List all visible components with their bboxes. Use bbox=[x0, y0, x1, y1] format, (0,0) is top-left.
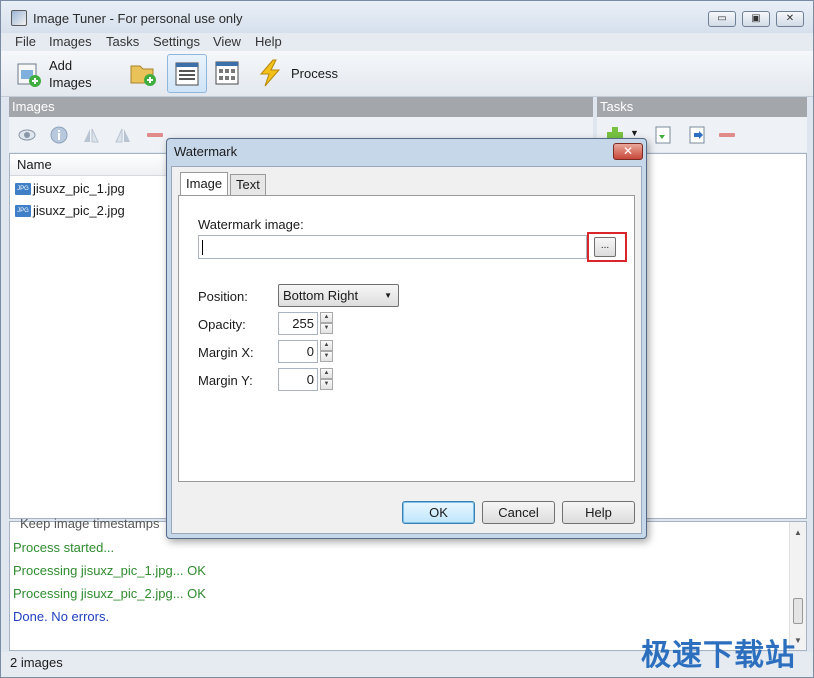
process-button[interactable]: Process bbox=[255, 56, 345, 92]
dropdown-arrow-icon: ▼ bbox=[384, 291, 392, 300]
scroll-thumb[interactable] bbox=[793, 598, 803, 624]
menu-images[interactable]: Images bbox=[49, 34, 92, 49]
site-watermark: 极速下载站 bbox=[641, 638, 796, 673]
opacity-up-icon[interactable]: ▲ bbox=[320, 312, 333, 323]
margin-y-label: Margin Y: bbox=[198, 373, 253, 388]
menu-bar: File Images Tasks Settings View Help bbox=[1, 33, 813, 51]
jpg-file-icon: JPG bbox=[15, 205, 31, 217]
rotate-left-icon[interactable] bbox=[81, 125, 101, 145]
margin-x-input[interactable]: 0 bbox=[278, 340, 318, 363]
file-row[interactable]: JPG jisuxz_pic_1.jpg bbox=[15, 178, 125, 200]
cancel-button[interactable]: Cancel bbox=[482, 501, 555, 524]
add-folder-icon[interactable] bbox=[129, 60, 157, 88]
add-images-label-line1: Add bbox=[49, 58, 73, 73]
remove-task-icon[interactable] bbox=[719, 133, 735, 137]
export-task-icon[interactable] bbox=[687, 125, 707, 145]
margin-y-up-icon[interactable]: ▲ bbox=[320, 368, 333, 379]
menu-file[interactable]: File bbox=[15, 34, 36, 49]
images-pane-header: Images bbox=[9, 97, 593, 117]
log-partial-line: Keep image timestamps bbox=[20, 516, 160, 531]
log-line: Processing jisuxz_pic_2.jpg... OK bbox=[13, 586, 206, 601]
add-images-button[interactable]: Add Images bbox=[13, 56, 101, 94]
dialog-close-button[interactable]: ✕ bbox=[613, 143, 643, 160]
position-value: Bottom Right bbox=[283, 288, 359, 303]
watermark-dialog: Watermark ✕ Image Text Watermark image: … bbox=[166, 138, 647, 539]
info-icon[interactable] bbox=[49, 125, 69, 145]
margin-x-up-icon[interactable]: ▲ bbox=[320, 340, 333, 351]
tab-panel-image: Watermark image: ... Position: Bottom Ri… bbox=[178, 195, 635, 482]
tasks-pane-header: Tasks bbox=[597, 97, 807, 117]
position-label: Position: bbox=[198, 289, 248, 304]
opacity-down-icon[interactable]: ▼ bbox=[320, 323, 333, 334]
add-images-label-line2: Images bbox=[49, 75, 92, 90]
dialog-title: Watermark bbox=[174, 144, 238, 159]
margin-y-input[interactable]: 0 bbox=[278, 368, 318, 391]
margin-x-label: Margin X: bbox=[198, 345, 254, 360]
title-bar: Image Tuner - For personal use only ▭ ▣ … bbox=[1, 1, 813, 33]
jpg-file-icon: JPG bbox=[15, 183, 31, 195]
browse-button[interactable]: ... bbox=[594, 237, 616, 257]
toolbar: Add Images Process bbox=[1, 51, 813, 97]
help-button[interactable]: Help bbox=[562, 501, 635, 524]
dropdown-arrow-icon[interactable]: ▼ bbox=[630, 128, 639, 138]
remove-image-icon[interactable] bbox=[147, 133, 163, 137]
menu-tasks[interactable]: Tasks bbox=[106, 34, 139, 49]
status-text: 2 images bbox=[10, 655, 63, 670]
import-task-icon[interactable] bbox=[653, 125, 673, 145]
menu-help[interactable]: Help bbox=[255, 34, 282, 49]
scroll-up-arrow-icon[interactable]: ▲ bbox=[794, 528, 802, 537]
watermark-image-input[interactable] bbox=[198, 235, 587, 259]
opacity-label: Opacity: bbox=[198, 317, 246, 332]
file-row[interactable]: JPG jisuxz_pic_2.jpg bbox=[15, 200, 125, 222]
details-view-button[interactable] bbox=[167, 54, 207, 93]
dialog-body: Image Text Watermark image: ... Position… bbox=[171, 166, 642, 534]
position-select[interactable]: Bottom Right ▼ bbox=[278, 284, 399, 307]
log-line: Process started... bbox=[13, 540, 115, 555]
ok-button[interactable]: OK bbox=[402, 501, 475, 524]
tab-text[interactable]: Text bbox=[230, 174, 266, 195]
thumbnail-view-icon[interactable] bbox=[215, 61, 239, 85]
tab-image[interactable]: Image bbox=[180, 172, 229, 195]
window-title: Image Tuner - For personal use only bbox=[33, 11, 243, 26]
app-icon bbox=[11, 10, 27, 26]
process-label: Process bbox=[291, 66, 338, 81]
details-view-icon bbox=[175, 62, 199, 86]
file-name: jisuxz_pic_2.jpg bbox=[33, 203, 125, 218]
watermark-image-label: Watermark image: bbox=[198, 217, 304, 232]
menu-view[interactable]: View bbox=[213, 34, 241, 49]
close-button[interactable]: ✕ bbox=[776, 11, 804, 27]
lightning-icon bbox=[259, 59, 281, 87]
margin-x-down-icon[interactable]: ▼ bbox=[320, 351, 333, 362]
log-line: Done. No errors. bbox=[13, 609, 110, 624]
margin-y-down-icon[interactable]: ▼ bbox=[320, 379, 333, 390]
menu-settings[interactable]: Settings bbox=[153, 34, 200, 49]
file-name: jisuxz_pic_1.jpg bbox=[33, 181, 125, 196]
text-caret bbox=[202, 240, 203, 255]
rotate-right-icon[interactable] bbox=[113, 125, 133, 145]
opacity-input[interactable]: 255 bbox=[278, 312, 318, 335]
add-images-icon bbox=[17, 63, 41, 87]
maximize-button[interactable]: ▣ bbox=[742, 11, 770, 27]
preview-eye-icon[interactable] bbox=[17, 125, 37, 145]
minimize-button[interactable]: ▭ bbox=[708, 11, 736, 27]
log-line: Processing jisuxz_pic_1.jpg... OK bbox=[13, 563, 206, 578]
